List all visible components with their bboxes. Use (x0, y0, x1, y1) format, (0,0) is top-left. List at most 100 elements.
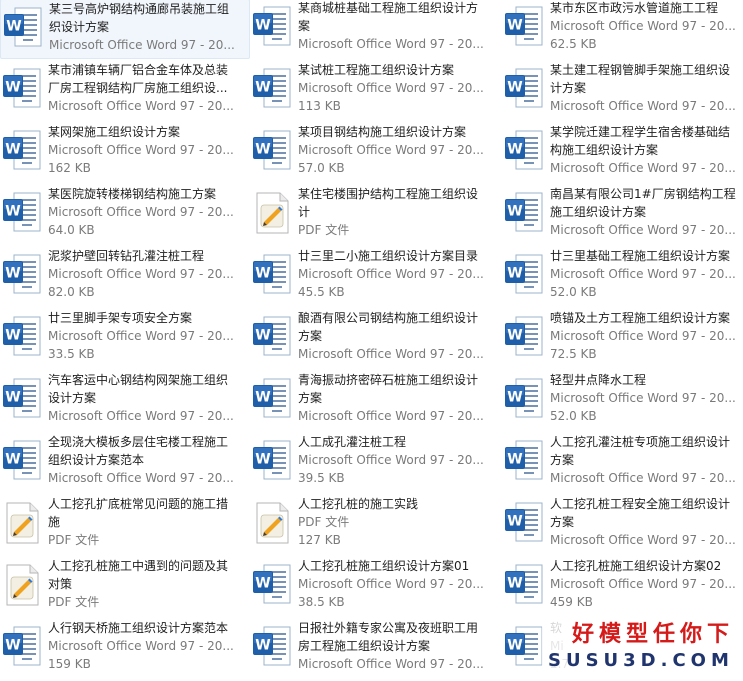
file-item[interactable]: W 全现浇大模板多层住宅楼工程施工 组织设计方案范本 Microsoft Office… (0, 433, 250, 493)
file-item[interactable]: W 廿三里二小施工组织设计方案目录 Microsoft Office Word 97… (250, 247, 500, 307)
file-item[interactable]: W 某项目钢结构施工组织设计方案 Microsoft Office Word 97 … (250, 123, 500, 183)
svg-text:W: W (5, 80, 20, 96)
word-document-icon: W (503, 622, 545, 672)
file-name: 南昌某有限公司1#厂房钢结构工程 (550, 187, 736, 201)
file-item[interactable]: W 汽车客运中心钢结构网架施工组织 设计方案 Microsoft Office Wor… (0, 371, 250, 431)
file-item[interactable]: W 某市东区市政污水管道施工工程 Microsoft Office Word 97 … (502, 0, 743, 59)
file-size: 52.0 KB (550, 409, 597, 423)
svg-text:W: W (255, 638, 270, 654)
word-document-icon: W (503, 560, 545, 610)
file-item[interactable]: W 某土建工程钢管脚手架施工组织设 计方案 Microsoft Office Word… (502, 61, 743, 121)
word-document-icon: W (503, 250, 545, 300)
file-item[interactable]: 人工挖孔桩的施工实践 PDF 文件 127 KB (250, 495, 500, 555)
watermark: 好模型任你下 SUSU3D.COM (542, 616, 743, 681)
file-details: 人工挖孔桩施工组织设计方案01 Microsoft Office Word 97 … (298, 557, 490, 611)
file-item[interactable]: W 酿酒有限公司钢结构施工组织设计 方案 Microsoft Office Word … (250, 309, 500, 369)
pdf-file-icon (251, 498, 293, 548)
file-item[interactable]: W 廿三里基础工程施工组织设计方案 Microsoft Office Word 97… (502, 247, 743, 307)
file-name: 方案 (298, 329, 323, 343)
file-item[interactable]: W 青海振动挤密碎石桩施工组织设计 方案 Microsoft Office Word … (250, 371, 500, 431)
file-item[interactable]: 人工挖孔扩底桩常见问题的施工措施 PDF 文件 (0, 495, 250, 555)
file-name: 某住宅楼围护结构工程施工组织设 (298, 187, 479, 201)
file-item[interactable]: W 某商城桩基础工程施工组织设计方案 Microsoft Office Word 9… (250, 0, 500, 59)
file-name: 某商城桩基础工程施工组织设计方 (298, 1, 479, 15)
file-item[interactable]: W 人工挖孔灌注桩专项施工组织设计 方案 Microsoft Office Word … (502, 433, 743, 493)
svg-text:W: W (5, 204, 20, 220)
word-document-icon: W (1, 126, 43, 176)
pdf-file-icon (1, 498, 43, 548)
word-document-icon: W (251, 436, 293, 486)
file-details: 某网架施工组织设计方案 Microsoft Office Word 97 - 20… (48, 123, 240, 177)
pdf-file-icon (251, 188, 293, 238)
word-document-icon: W (1, 250, 43, 300)
watermark-chinese: 好模型任你下 (572, 622, 735, 647)
file-details: 某学院迁建工程学生宿舍楼基础结 构施工组织设计方案 Microsoft Office… (550, 123, 742, 177)
file-type: PDF 文件 (298, 223, 350, 237)
file-details: 某住宅楼围护结构工程施工组织设计 PDF 文件 (298, 185, 490, 239)
svg-text:W: W (507, 390, 522, 406)
file-type: Microsoft Office Word 97 - 20... (298, 577, 484, 591)
svg-text:W: W (6, 19, 21, 35)
file-name: 某学院迁建工程学生宿舍楼基础结 (550, 125, 731, 139)
word-document-icon: W (503, 188, 545, 238)
file-item[interactable]: W 人行钢天桥施工组织设计方案范本 Microsoft Office Word 97… (0, 619, 250, 679)
file-item[interactable]: W 喷锚及土方工程施工组织设计方案 Microsoft Office Word 97… (502, 309, 743, 369)
file-name: 人行钢天桥施工组织设计方案范本 (48, 621, 229, 635)
file-name: 设计方案 (48, 391, 97, 405)
file-grid: W 某三号高炉钢结构通廊吊装施工组 织设计方案 Microsoft Office Wo… (0, 0, 743, 681)
word-document-icon: W (1, 312, 43, 362)
file-type: Microsoft Office Word 97 - 20... (550, 577, 736, 591)
file-item[interactable]: W 日报社外籍专家公寓及夜班职工用 房工程施工组织设计方案 Microsoft Off… (250, 619, 500, 679)
svg-text:W: W (507, 638, 522, 654)
file-type: PDF 文件 (298, 515, 350, 529)
svg-text:W: W (5, 328, 20, 344)
file-item[interactable]: W 某三号高炉钢结构通廊吊装施工组 织设计方案 Microsoft Office Wo… (0, 0, 250, 59)
file-details: 人工挖孔桩施工组织设计方案02 Microsoft Office Word 97 … (550, 557, 742, 611)
word-document-icon: W (251, 250, 293, 300)
word-document-icon: W (251, 64, 293, 114)
file-item[interactable]: W 人工挖孔桩工程安全施工组织设计 方案 Microsoft Office Word … (502, 495, 743, 555)
file-details: 人工挖孔扩底桩常见问题的施工措施 PDF 文件 (48, 495, 240, 549)
file-item[interactable]: W 某医院旋转楼梯钢结构施工方案 Microsoft Office Word 97 … (0, 185, 250, 245)
file-item[interactable]: W 人工成孔灌注桩工程 Microsoft Office Word 97 - 20.… (250, 433, 500, 493)
file-item[interactable]: W 廿三里脚手架专项安全方案 Microsoft Office Word 97 - … (0, 309, 250, 369)
svg-text:W: W (255, 80, 270, 96)
file-item[interactable]: W 某网架施工组织设计方案 Microsoft Office Word 97 - 2… (0, 123, 250, 183)
svg-text:W: W (255, 452, 270, 468)
file-type: Microsoft Office Word 97 - 20... (550, 267, 736, 281)
file-name: 汽车客运中心钢结构网架施工组织 (48, 373, 229, 387)
svg-text:W: W (5, 390, 20, 406)
file-name: 方案 (550, 515, 575, 529)
file-name: 全现浇大模板多层住宅楼工程施工 (48, 435, 229, 449)
file-item[interactable]: W 某市浦镇车辆厂铝合金车体及总装 厂房工程钢结构厂房施工组织设... Microso… (0, 61, 250, 121)
file-item[interactable]: W 某试桩工程施工组织设计方案 Microsoft Office Word 97 -… (250, 61, 500, 121)
file-name: 厂房工程钢结构厂房施工组织设... (48, 81, 228, 95)
svg-text:W: W (5, 266, 20, 282)
file-name: 人工挖孔桩施工中遇到的问题及其 (48, 559, 229, 573)
file-name: 轻型井点降水工程 (550, 373, 647, 387)
svg-text:W: W (507, 266, 522, 282)
file-details: 汽车客运中心钢结构网架施工组织 设计方案 Microsoft Office Word… (48, 371, 240, 425)
file-size: 162 KB (48, 161, 91, 175)
file-item[interactable]: W 某学院迁建工程学生宿舍楼基础结 构施工组织设计方案 Microsoft Offic… (502, 123, 743, 183)
file-name: 人工挖孔桩施工组织设计方案01 (298, 559, 470, 573)
file-item[interactable]: 某住宅楼围护结构工程施工组织设计 PDF 文件 (250, 185, 500, 245)
svg-text:W: W (5, 452, 20, 468)
file-item[interactable]: W 人工挖孔桩施工组织设计方案01 Microsoft Office Word 97… (250, 557, 500, 617)
file-size: 57.0 KB (298, 161, 345, 175)
file-item[interactable]: 人工挖孔桩施工中遇到的问题及其 对策 PDF 文件 (0, 557, 250, 617)
svg-text:W: W (507, 204, 522, 220)
file-details: 某三号高炉钢结构通廊吊装施工组 织设计方案 Microsoft Office Wor… (49, 0, 241, 54)
file-item[interactable]: W 南昌某有限公司1#厂房钢结构工程 施工组织设计方案 Microsoft Offic… (502, 185, 743, 245)
file-size: 33.5 KB (48, 347, 95, 361)
file-name: 计 (298, 205, 311, 219)
file-item[interactable]: W 轻型井点降水工程 Microsoft Office Word 97 - 20..… (502, 371, 743, 431)
word-document-icon: W (251, 560, 293, 610)
svg-text:W: W (507, 18, 522, 34)
file-item[interactable]: W 人工挖孔桩施工组织设计方案02 Microsoft Office Word 97… (502, 557, 743, 617)
file-type: Microsoft Office Word 97 - 20... (49, 38, 235, 52)
svg-text:W: W (255, 328, 270, 344)
file-item[interactable]: W 泥浆护壁回转钻孔灌注桩工程 Microsoft Office Word 97 -… (0, 247, 250, 307)
file-type: Microsoft Office Word 97 - 20... (550, 471, 736, 485)
file-name: 青海振动挤密碎石桩施工组织设计 (298, 373, 479, 387)
